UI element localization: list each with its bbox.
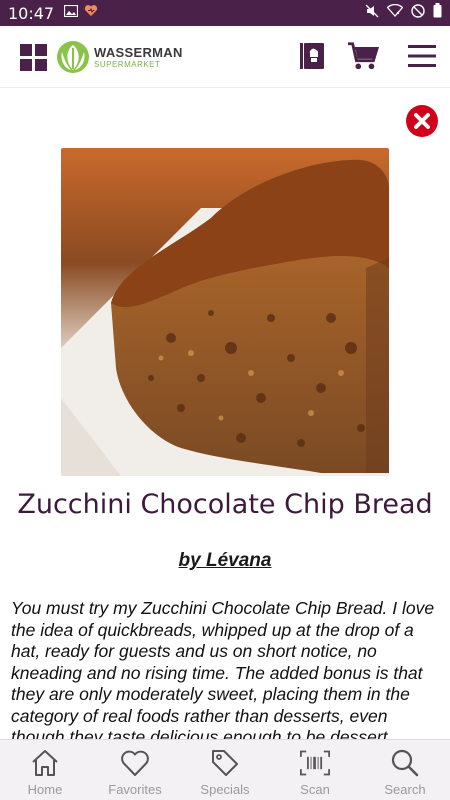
nav-scan-label: Scan xyxy=(300,782,330,797)
recipe-detail: Zucchini Chocolate Chip Bread by Lévana … xyxy=(0,89,450,739)
nav-specials-label: Specials xyxy=(200,782,250,797)
close-button[interactable] xyxy=(406,105,438,137)
bottom-nav: Home Favorites Specials Scan Search xyxy=(0,739,450,800)
menu-icon xyxy=(408,45,436,67)
close-icon xyxy=(406,105,438,137)
grid-icon xyxy=(20,44,47,71)
search-icon xyxy=(391,749,419,777)
barcode-icon xyxy=(300,750,330,776)
status-left-icons xyxy=(64,4,98,22)
nav-search-label: Search xyxy=(384,782,426,797)
wifi-icon xyxy=(386,3,404,22)
recipe-title: Zucchini Chocolate Chip Bread xyxy=(17,489,433,520)
recipe-book-icon xyxy=(300,43,324,69)
app-header: WASSERMAN SUPERMARKET xyxy=(0,26,450,88)
heart-badge-icon xyxy=(84,4,98,22)
do-not-disturb-icon xyxy=(411,3,425,23)
heart-icon xyxy=(121,750,149,776)
nav-search[interactable]: Search xyxy=(360,740,450,800)
recipe-photo xyxy=(61,148,389,476)
cart-button[interactable] xyxy=(347,40,379,72)
recipe-author-link[interactable]: by Lévana xyxy=(0,550,450,572)
nav-home-label: Home xyxy=(27,782,63,797)
cart-icon xyxy=(347,42,379,70)
status-right-icons xyxy=(365,3,442,23)
nav-favorites[interactable]: Favorites xyxy=(90,740,180,800)
tag-icon xyxy=(212,750,238,776)
status-time: 10:47 xyxy=(8,3,55,23)
home-icon xyxy=(32,750,58,776)
nav-scan[interactable]: Scan xyxy=(270,740,360,800)
nav-home[interactable]: Home xyxy=(0,740,90,800)
recipe-book-button[interactable] xyxy=(296,40,328,72)
mute-icon xyxy=(365,4,379,23)
nav-favorites-label: Favorites xyxy=(108,782,162,797)
hamburger-menu-button[interactable] xyxy=(406,40,438,72)
logo-name: WASSERMAN xyxy=(94,44,183,60)
status-bar: 10:47 xyxy=(0,0,450,26)
logo-subtitle: SUPERMARKET xyxy=(94,59,161,69)
leaf-logo-icon xyxy=(57,41,89,73)
store-logo[interactable]: WASSERMAN SUPERMARKET xyxy=(56,40,183,74)
battery-icon xyxy=(433,3,442,23)
image-icon xyxy=(64,4,79,22)
nav-specials[interactable]: Specials xyxy=(180,740,270,800)
recipe-description: You must try my Zucchini Chocolate Chip … xyxy=(11,598,435,739)
grid-menu-button[interactable] xyxy=(20,44,48,72)
